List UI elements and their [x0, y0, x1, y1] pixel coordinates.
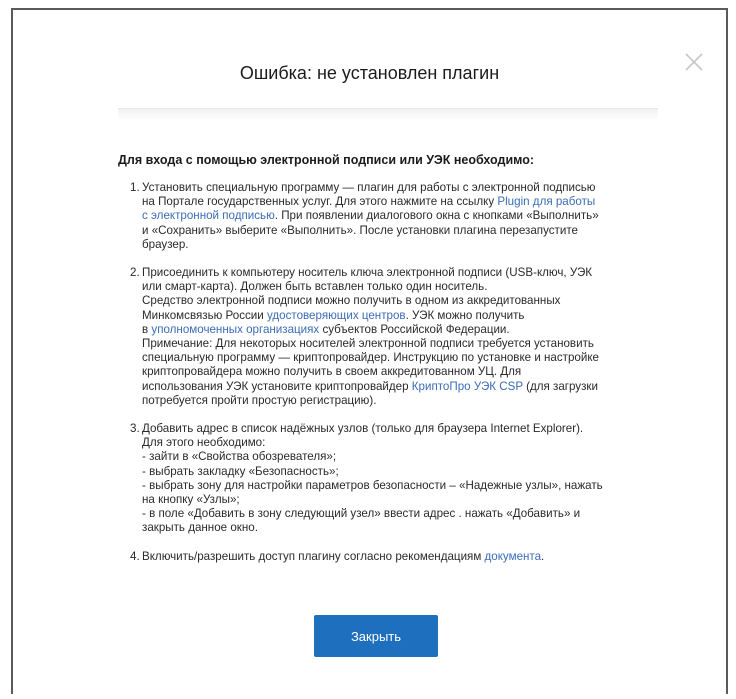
step-line: Минкомсвязью России удостоверяющих центр…	[142, 309, 670, 323]
step-text-segment: криптопровайдера можно получить в своем …	[142, 365, 522, 379]
step-line: использования УЭК установите криптопрова…	[142, 380, 670, 394]
instruction-step: 4. Включить/разрешить доступ плагину согл…	[130, 550, 670, 564]
step-line: с электронной подписью. При появлении ди…	[142, 209, 670, 223]
step-line: закрыть данное окно.	[142, 521, 670, 535]
step-line: Средство электронной подписи можно получ…	[142, 294, 670, 308]
step-line: - в поле «Добавить в зону следующий узел…	[142, 507, 670, 521]
step-text-segment: - зайти в «Свойства обозревателя»;	[142, 450, 337, 464]
step-number: 1.	[130, 181, 140, 194]
step-text: Включить/разрешить доступ плагину соглас…	[142, 550, 670, 564]
instruction-step: 3. Добавить адрес в список надёжных узлов…	[130, 422, 670, 536]
step-line: Установить специальную программу — плаги…	[142, 181, 670, 195]
step-line: Включить/разрешить доступ плагину соглас…	[142, 550, 670, 564]
step-line: криптопровайдера можно получить в своем …	[142, 365, 670, 379]
step-line: браузер.	[142, 238, 670, 252]
step-text-segment: . При появлении диалогового окна с кнопк…	[274, 209, 599, 223]
step-text-segment: на кнопку «Узлы»;	[142, 493, 240, 507]
step-line: на кнопку «Узлы»;	[142, 493, 670, 507]
step-text: Добавить адрес в список надёжных узлов (…	[142, 422, 670, 536]
step-text-segment: Примечание: Для некоторых носителей элек…	[142, 337, 594, 351]
plugin-error-dialog: Ошибка: не установлен плагин Для входа с…	[11, 8, 728, 694]
step-link[interactable]: удостоверяющих центров	[267, 309, 406, 322]
step-text: Присоединить к компьютеру носитель ключа…	[142, 266, 670, 408]
step-text-segment: Добавить адрес в список надёжных узлов (…	[142, 422, 584, 436]
step-text-segment: Для этого необходимо:	[142, 436, 266, 450]
step-line: - зайти в «Свойства обозревателя»;	[142, 450, 670, 464]
instruction-step: 2. Присоединить к компьютеру носитель клю…	[130, 266, 670, 408]
step-text-segment: Средство электронной подписи можно получ…	[142, 294, 561, 308]
step-text-segment: Минкомсвязью России	[142, 308, 267, 322]
step-link[interactable]: КриптоПро УЭК CSP	[412, 380, 523, 393]
step-line: на Портале государственных услуг. Для эт…	[142, 195, 670, 209]
step-text-segment: - выбрать закладку «Безопасность»;	[142, 464, 339, 478]
step-text-segment: Установить специальную программу — плаги…	[142, 181, 596, 194]
step-text-segment: . УЭК можно получить	[405, 308, 525, 322]
step-text-segment: на Портале государственных услуг. Для эт…	[142, 195, 498, 209]
step-text-segment: использования УЭК установите криптопрова…	[142, 379, 412, 393]
instructions-list: 1. Установить специальную программу — пла…	[130, 181, 670, 578]
step-line: Для этого необходимо:	[142, 436, 670, 450]
step-line: Присоединить к компьютеру носитель ключа…	[142, 266, 670, 280]
step-text-segment: и «Сохранить» выберите «Выполнить». Посл…	[142, 223, 578, 237]
step-text-segment: в	[142, 322, 152, 336]
step-link[interactable]: документа	[485, 550, 542, 563]
step-link[interactable]: с электронной подписью	[142, 209, 275, 222]
step-line: и «Сохранить» выберите «Выполнить». Посл…	[142, 224, 670, 238]
step-line: специальную программу — криптопровайдер.…	[142, 351, 670, 365]
step-line: Примечание: Для некоторых носителей элек…	[142, 337, 670, 351]
step-text-segment: закрыть данное окно.	[142, 521, 258, 535]
step-link[interactable]: уполномоченных организациях	[151, 323, 319, 336]
step-number: 3.	[130, 422, 140, 436]
step-text: Установить специальную программу — плаги…	[142, 181, 670, 252]
step-text-segment: или смарт-карта). Должен быть вставлен т…	[142, 280, 488, 294]
step-line: потребуется пройти простую регистрацию).	[142, 394, 670, 408]
dialog-title: Ошибка: не установлен плагин	[239, 63, 500, 83]
step-number: 4.	[130, 549, 140, 563]
step-line: в уполномоченных организациях субъектов …	[142, 323, 670, 337]
step-number: 2.	[130, 266, 140, 280]
step-text-segment: специальную программу — криптопровайдер.…	[142, 351, 600, 365]
step-text-segment: - выбрать зону для настройки параметров …	[142, 478, 603, 492]
close-button[interactable]: Закрыть	[314, 615, 438, 657]
step-text-segment: Включить/разрешить доступ плагину соглас…	[142, 549, 485, 563]
step-line: или смарт-карта). Должен быть вставлен т…	[142, 280, 670, 294]
instructions-heading: Для входа с помощью электронной подписи …	[118, 153, 535, 167]
step-text-segment: браузер.	[142, 237, 189, 251]
step-text-segment: .	[541, 549, 545, 563]
step-text-segment: субъектов Российской Федерации.	[319, 322, 510, 336]
step-line: - выбрать зону для настройки параметров …	[142, 479, 670, 493]
step-text-segment: потребуется пройти простую регистрацию).	[142, 393, 377, 407]
step-line: Добавить адрес в список надёжных узлов (…	[142, 422, 670, 436]
step-text-segment: (для загрузки	[522, 379, 598, 393]
step-line: - выбрать закладку «Безопасность»;	[142, 465, 670, 479]
step-text-segment: - в поле «Добавить в зону следующий узел…	[142, 507, 581, 521]
title-divider	[118, 108, 658, 121]
instruction-step: 1. Установить специальную программу — пла…	[130, 181, 670, 252]
step-link[interactable]: Plugin для работы	[497, 195, 595, 208]
step-text-segment: Присоединить к компьютеру носитель ключа…	[142, 266, 593, 280]
